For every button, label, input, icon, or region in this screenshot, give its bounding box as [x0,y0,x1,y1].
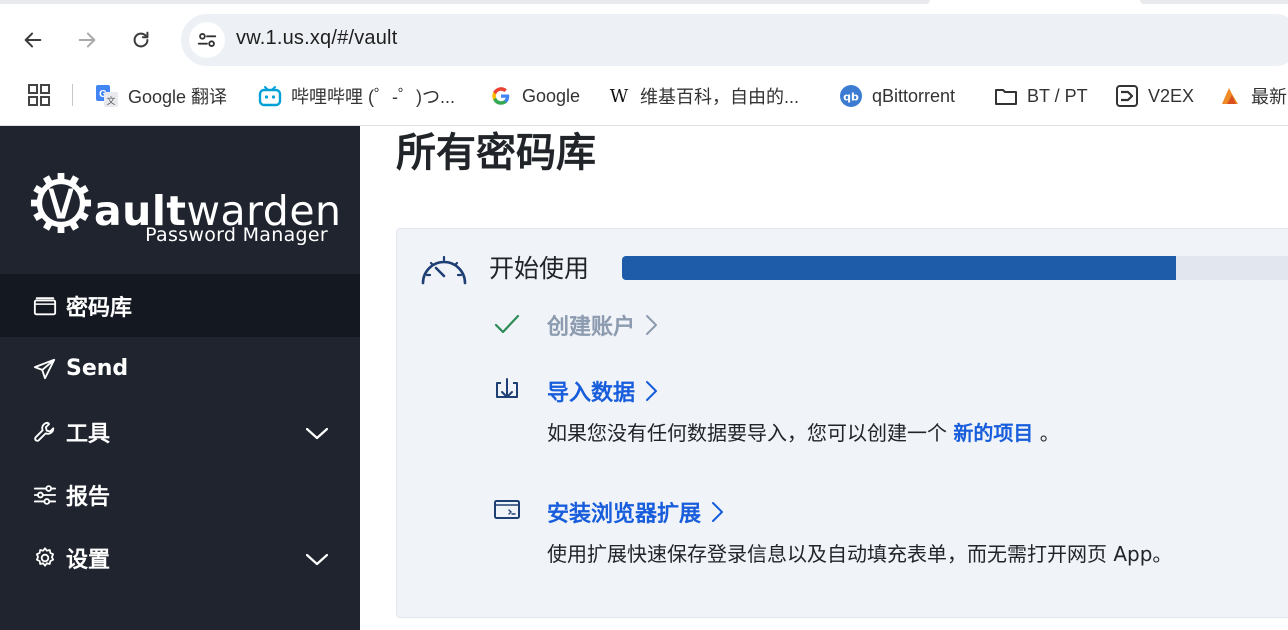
bookmarks-bar: G文 Google 翻译 哔哩哔哩 (゜-゜)つ... Google W 维基百… [0,72,1288,124]
checkmark-icon [494,314,520,334]
address-bar[interactable]: vw.1.us.xq/#/vault [181,14,1288,66]
sidebar-item-label: 工具 [66,421,111,447]
bookmark-qbittorrent[interactable]: qb qBittorrent [839,82,955,110]
vaultwarden-logo[interactable]: aultwarden Password Manager [30,170,341,250]
sidebar-item-reports[interactable]: 报告 [0,463,360,526]
forward-button[interactable] [69,22,105,58]
bookmark-wikipedia[interactable]: W 维基百科，自由的... [607,82,799,110]
chevron-right-icon [646,381,658,401]
step-title-create-account[interactable]: 创建账户 [547,309,659,341]
sliders-icon [32,482,58,508]
sidebar-item-tools[interactable]: 工具 [0,400,360,463]
forward-arrow-icon [78,32,96,48]
import-icon [496,378,518,398]
page-title: 所有密码库 [396,130,596,176]
gear-icon [32,545,58,571]
apps-grid-icon[interactable] [28,84,50,106]
bookmark-v2ex[interactable]: V2EX [1115,82,1194,110]
bookmark-icon [1218,84,1242,108]
sidebar-item-label: 报告 [66,484,111,510]
sidebar-item-label: Send [66,356,129,381]
folder-icon [994,84,1018,108]
chevron-right-icon [712,502,724,522]
new-item-link[interactable]: 新的项目 [953,421,1033,445]
url-text[interactable]: vw.1.us.xq/#/vault [236,27,397,50]
progress-fill [622,256,1177,280]
bilibili-icon [258,84,282,108]
qbittorrent-icon: qb [839,84,863,108]
send-icon [32,356,58,382]
tune-icon [197,33,217,47]
back-arrow-icon [24,32,42,48]
bookmark-google[interactable]: Google [489,82,580,110]
step-title-install-extension[interactable]: 安装浏览器扩展 [547,496,725,528]
bookmarks-separator [72,84,73,106]
vault-icon [32,293,58,319]
site-info-button[interactable] [189,22,225,58]
wikipedia-icon: W [607,84,631,108]
bookmark-latest[interactable]: 最新 [1218,82,1287,110]
google-translate-icon: G文 [95,84,119,108]
chevron-down-icon[interactable] [304,546,330,572]
sidebar-item-send[interactable]: Send [0,337,360,400]
sidebar-item-label: 设置 [66,547,111,573]
getting-started-title: 开始使用 [489,254,590,283]
step-desc-install-extension: 使用扩展快速保存登录信息以及自动填充表单，而无需打开网页 App。 [547,542,1173,566]
main-content: 所有密码库 开始使用 创建账户 导入数据 如果您没有任何数据要导入，您可以创建一… [360,126,1288,630]
svg-text:qb: qb [843,91,859,104]
sidebar: aultwarden Password Manager 密码库 Send 工具 … [0,126,360,630]
reload-button[interactable] [123,22,159,58]
google-icon [489,84,513,108]
sidebar-item-settings[interactable]: 设置 [0,526,360,589]
chevron-right-icon [646,315,658,335]
step-desc-import-data: 如果您没有任何数据要导入，您可以创建一个 新的项目 。 [547,421,1060,445]
logo-tagline: Password Manager [145,224,328,246]
vaultwarden-gear-logo-icon [30,172,92,234]
browser-toolbar: vw.1.us.xq/#/vault [0,0,1288,80]
tab-strip-edge [0,0,1288,4]
bookmark-bilibili[interactable]: 哔哩哔哩 (゜-゜)つ... [258,82,455,110]
back-button[interactable] [15,22,51,58]
step-title-import-data[interactable]: 导入数据 [547,375,659,407]
speedometer-icon [421,255,467,285]
wrench-icon [32,419,58,445]
v2ex-icon [1115,84,1139,108]
sidebar-item-vault[interactable]: 密码库 [0,274,360,337]
browser-window-icon [494,500,520,519]
getting-started-card: 开始使用 创建账户 导入数据 如果您没有任何数据要导入，您可以创建一个 新的项目… [396,228,1288,618]
getting-started-progress [622,256,1288,280]
chevron-down-icon[interactable] [304,420,330,446]
svg-text:W: W [610,86,629,107]
svg-text:文: 文 [106,95,115,107]
reload-icon [133,31,149,48]
bookmark-google-translate[interactable]: G文 Google 翻译 [95,82,227,110]
sidebar-item-label: 密码库 [66,295,133,321]
bookmark-folder-bt-pt[interactable]: BT / PT [994,82,1088,110]
